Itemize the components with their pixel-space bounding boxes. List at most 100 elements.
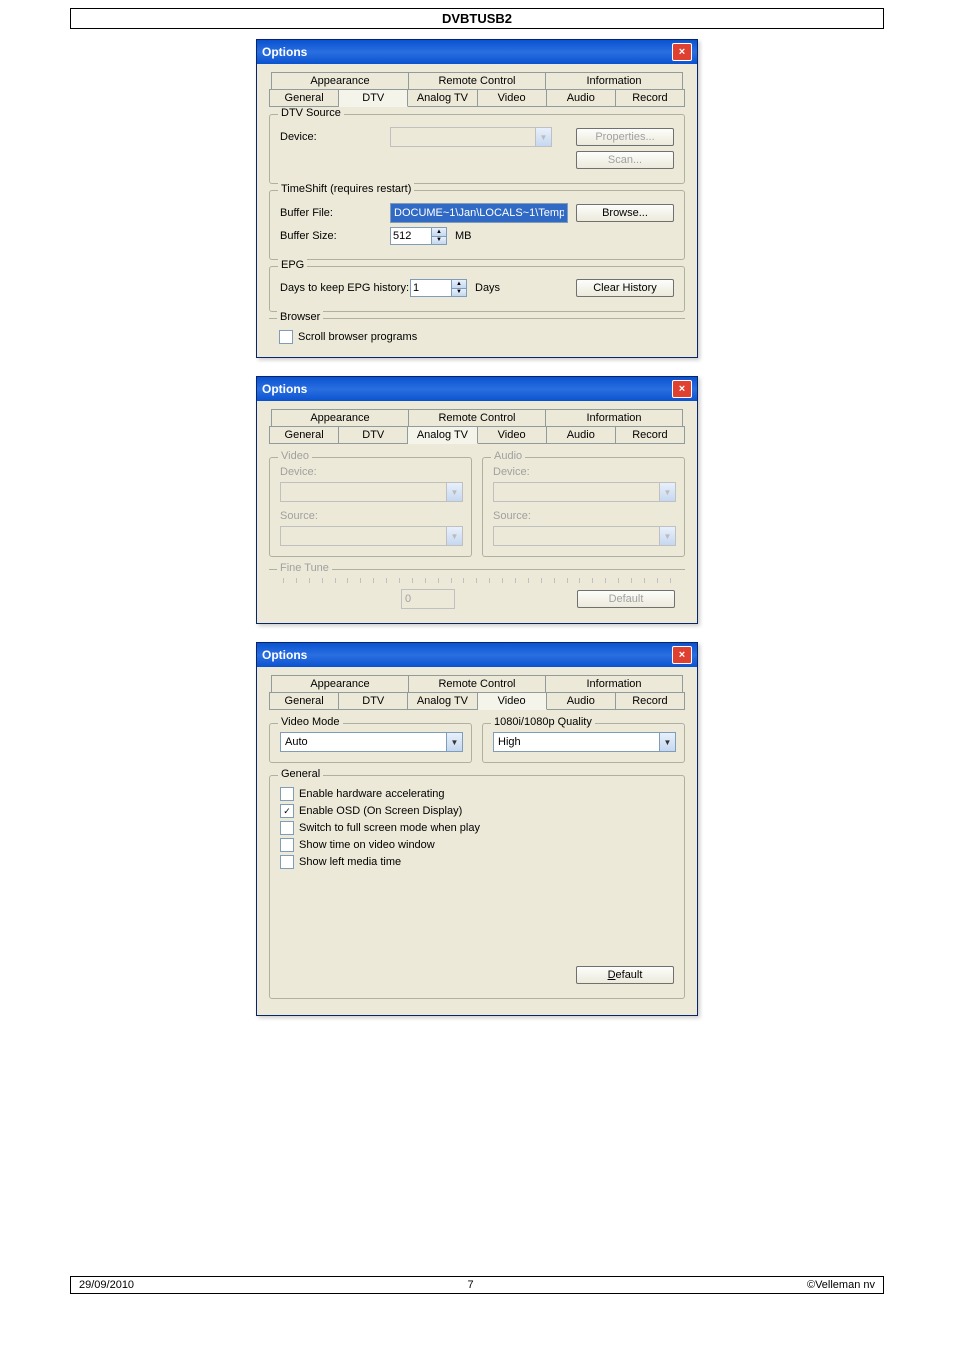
tab-audio[interactable]: Audio [547, 89, 616, 107]
footer-page: 7 [467, 1279, 473, 1291]
videomode-combo[interactable]: Auto ▼ [280, 732, 463, 752]
tab-general[interactable]: General [269, 89, 339, 107]
group-title: TimeShift (requires restart) [278, 183, 414, 195]
buffersize-input[interactable] [390, 227, 431, 245]
slider-ticks [283, 578, 671, 583]
page-header: DVBTUSB2 [70, 8, 884, 29]
close-icon[interactable]: × [672, 646, 692, 664]
options-dialog-analog: Options × Appearance Remote Control Info… [256, 376, 698, 624]
bufferfile-label: Buffer File: [280, 207, 390, 219]
tab-video[interactable]: Video [478, 89, 547, 107]
tab-information[interactable]: Information [546, 72, 683, 90]
checkbox-box[interactable] [280, 855, 294, 869]
tab-analogtv[interactable]: Analog TV [408, 426, 477, 444]
spin-down-icon[interactable]: ▼ [432, 237, 446, 245]
audio-group: Audio Device: ▼ Source: ▼ [482, 457, 685, 557]
close-icon[interactable]: × [672, 43, 692, 61]
tab-remote-control[interactable]: Remote Control [409, 409, 546, 427]
tab-record[interactable]: Record [616, 692, 685, 710]
default-button[interactable]: Default [576, 966, 674, 984]
tab-video[interactable]: Video [478, 426, 547, 444]
titlebar: Options × [257, 643, 697, 667]
checkbox-box[interactable] [280, 821, 294, 835]
videomode-group: Video Mode Auto ▼ [269, 723, 472, 763]
chevron-down-icon[interactable]: ▼ [659, 733, 675, 751]
tab-appearance[interactable]: Appearance [271, 675, 409, 693]
browse-button[interactable]: Browse... [576, 204, 674, 222]
source-label: Source: [493, 510, 674, 522]
title-text: Options [262, 648, 307, 662]
spin-up-icon[interactable]: ▲ [452, 280, 466, 289]
tab-remote-control[interactable]: Remote Control [409, 72, 546, 90]
title-text: Options [262, 382, 307, 396]
audio-device-combo: ▼ [493, 482, 676, 502]
leftmedia-checkbox[interactable]: Show left media time [280, 855, 674, 869]
hw-accel-checkbox[interactable]: Enable hardware accelerating [280, 787, 674, 801]
tab-remote-control[interactable]: Remote Control [409, 675, 546, 693]
spin-up-icon[interactable]: ▲ [432, 228, 446, 237]
group-title: Video Mode [278, 716, 343, 728]
tab-appearance[interactable]: Appearance [271, 409, 409, 427]
epg-days-input[interactable] [410, 279, 451, 297]
checkbox-box[interactable]: ✓ [280, 804, 294, 818]
checkbox-box[interactable] [280, 838, 294, 852]
group-title: Video [278, 450, 312, 462]
tab-dtv[interactable]: DTV [339, 89, 408, 107]
tab-audio[interactable]: Audio [547, 692, 616, 710]
scroll-programs-checkbox[interactable]: Scroll browser programs [279, 330, 675, 344]
clear-history-button[interactable]: Clear History [576, 279, 674, 297]
quality-group: 1080i/1080p Quality High ▼ [482, 723, 685, 763]
epg-group: EPG Days to keep EPG history: ▲▼ Days Cl… [269, 266, 685, 312]
tab-general[interactable]: General [269, 692, 339, 710]
checkbox-box[interactable] [279, 330, 293, 344]
checkbox-label: Show time on video window [299, 839, 435, 851]
options-dialog-video: Options × Appearance Remote Control Info… [256, 642, 698, 1016]
tab-information[interactable]: Information [546, 409, 683, 427]
tab-dtv[interactable]: DTV [339, 692, 408, 710]
tab-record[interactable]: Record [616, 426, 685, 444]
tab-information[interactable]: Information [546, 675, 683, 693]
checkbox-label: Switch to full screen mode when play [299, 822, 480, 834]
tab-audio[interactable]: Audio [547, 426, 616, 444]
checkbox-label: Show left media time [299, 856, 401, 868]
close-icon[interactable]: × [672, 380, 692, 398]
quality-combo[interactable]: High ▼ [493, 732, 676, 752]
group-title: Fine Tune [277, 562, 332, 574]
tab-analogtv[interactable]: Analog TV [408, 89, 477, 107]
tab-analogtv[interactable]: Analog TV [408, 692, 477, 710]
dtv-source-group: DTV Source Device: ▼ Properties... Scan.… [269, 114, 685, 184]
checkbox-label: Scroll browser programs [298, 331, 417, 343]
tab-record[interactable]: Record [616, 89, 685, 107]
group-title: Audio [491, 450, 525, 462]
tab-general[interactable]: General [269, 426, 339, 444]
tab-dtv[interactable]: DTV [339, 426, 408, 444]
epg-days-label: Days to keep EPG history: [280, 282, 410, 294]
tab-video[interactable]: Video [478, 692, 547, 710]
buffersize-stepper[interactable]: ▲▼ [390, 227, 447, 245]
group-title: 1080i/1080p Quality [491, 716, 595, 728]
chevron-down-icon: ▼ [446, 483, 462, 501]
tab-appearance[interactable]: Appearance [271, 72, 409, 90]
combo-value: Auto [281, 736, 308, 748]
buffersize-unit: MB [455, 230, 472, 242]
options-dialog-dtv: Options × Appearance Remote Control Info… [256, 39, 698, 358]
footer-date: 29/09/2010 [79, 1279, 134, 1291]
chevron-down-icon[interactable]: ▼ [446, 733, 462, 751]
osd-checkbox[interactable]: ✓ Enable OSD (On Screen Display) [280, 804, 674, 818]
bufferfile-input[interactable] [390, 203, 568, 223]
device-label: Device: [493, 466, 674, 478]
checkbox-box[interactable] [280, 787, 294, 801]
chevron-down-icon: ▼ [659, 527, 675, 545]
fullscreen-checkbox[interactable]: Switch to full screen mode when play [280, 821, 674, 835]
spin-down-icon[interactable]: ▼ [452, 289, 466, 297]
checkbox-label: Enable hardware accelerating [299, 788, 445, 800]
page-footer: 29/09/2010 7 ©Velleman nv [70, 1276, 884, 1294]
titlebar: Options × [257, 377, 697, 401]
epg-days-unit: Days [475, 282, 500, 294]
tab-container: Appearance Remote Control Information Ge… [269, 675, 685, 710]
group-title: DTV Source [278, 107, 344, 119]
showtime-checkbox[interactable]: Show time on video window [280, 838, 674, 852]
video-device-combo: ▼ [280, 482, 463, 502]
chevron-down-icon: ▼ [535, 128, 551, 146]
epg-days-stepper[interactable]: ▲▼ [410, 279, 467, 297]
